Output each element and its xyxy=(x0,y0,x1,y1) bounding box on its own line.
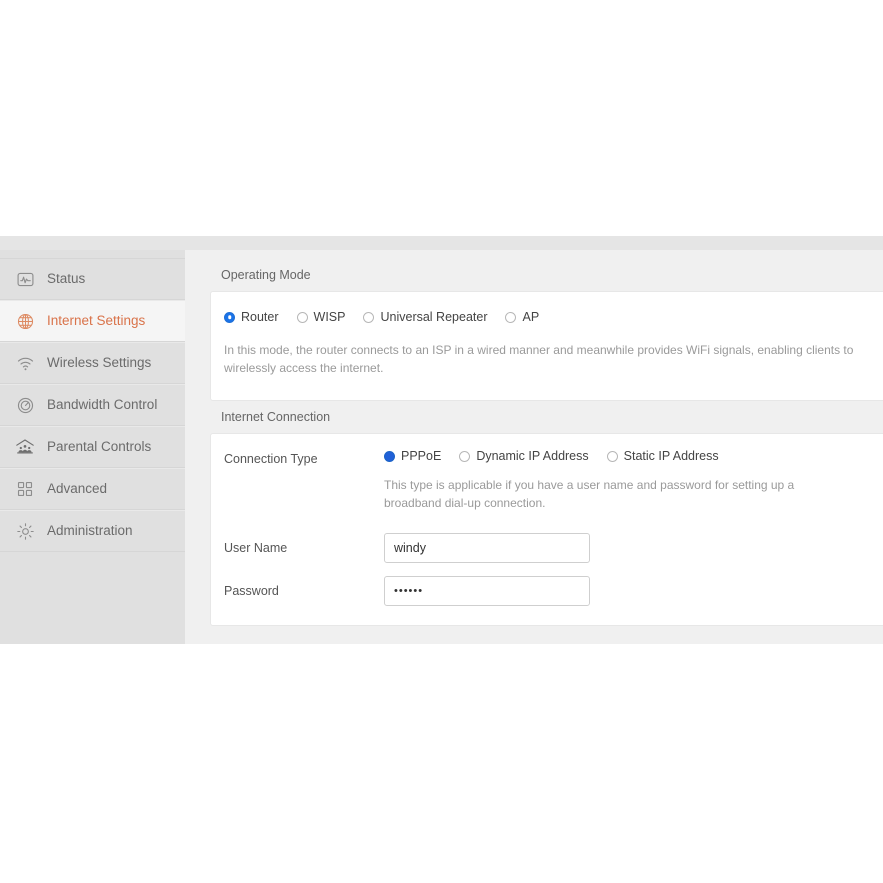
main-content: Operating Mode Router WISP Universal Rep… xyxy=(185,250,883,644)
sidebar-item-parental-controls[interactable]: Parental Controls xyxy=(0,426,185,468)
status-monitor-icon xyxy=(14,268,36,290)
operating-mode-description: In this mode, the router connects to an … xyxy=(224,342,854,376)
user-name-row: User Name xyxy=(211,532,883,563)
top-bar xyxy=(0,236,883,250)
sidebar-item-bandwidth-control[interactable]: Bandwidth Control xyxy=(0,384,185,426)
internet-connection-section: Internet Connection Connection Type PPPo… xyxy=(210,410,883,626)
connection-type-label: Connection Type xyxy=(224,452,318,466)
radio-indicator[interactable] xyxy=(224,311,235,323)
radio-label: WISP xyxy=(313,310,346,324)
connection-type-description: This type is applicable if you have a us… xyxy=(384,477,795,511)
radio-indicator[interactable] xyxy=(505,311,517,323)
radio-label: Static IP Address xyxy=(623,449,719,463)
sidebar-item-label: Administration xyxy=(47,522,133,538)
password-input[interactable] xyxy=(384,575,590,606)
sidebar-item-label: Parental Controls xyxy=(47,438,152,454)
radio-label: AP xyxy=(522,310,540,324)
operating-mode-option-universal-repeater[interactable]: Universal Repeater xyxy=(363,311,487,324)
gear-icon xyxy=(14,520,36,542)
family-house-icon xyxy=(14,436,36,458)
connection-type-row: Connection Type PPPoE Dynamic IP Address xyxy=(211,450,883,513)
connection-type-option-pppoe[interactable]: PPPoE xyxy=(384,450,441,463)
sidebar-item-status[interactable]: Status xyxy=(0,258,185,300)
connection-type-option-dynamic-ip[interactable]: Dynamic IP Address xyxy=(459,449,589,463)
connection-type-radio-group: PPPoE Dynamic IP Address Static IP Addre… xyxy=(384,450,883,463)
radio-label: Universal Repeater xyxy=(380,310,488,324)
sidebar-item-list: Status Internet Settings Wireless Settin… xyxy=(0,258,185,552)
globe-icon xyxy=(14,310,36,332)
operating-mode-card: Router WISP Universal Repeater AP In thi… xyxy=(210,291,883,401)
wifi-icon xyxy=(14,352,36,374)
radio-indicator[interactable] xyxy=(384,450,395,462)
sidebar-item-label: Bandwidth Control xyxy=(47,396,158,412)
user-name-label: User Name xyxy=(224,540,288,555)
operating-mode-title: Operating Mode xyxy=(221,268,311,282)
sidebar-item-wireless-settings[interactable]: Wireless Settings xyxy=(0,342,185,384)
radio-indicator[interactable] xyxy=(606,450,618,462)
internet-connection-card: Connection Type PPPoE Dynamic IP Address xyxy=(210,433,883,626)
password-row: Password xyxy=(211,575,883,606)
password-label: Password xyxy=(224,583,279,598)
sidebar-top-spacer xyxy=(0,250,185,258)
sidebar-item-internet-settings[interactable]: Internet Settings xyxy=(0,300,185,342)
operating-mode-radio-group: Router WISP Universal Repeater AP xyxy=(211,311,883,324)
radio-indicator[interactable] xyxy=(459,450,471,462)
sidebar-nav: Status Internet Settings Wireless Settin… xyxy=(0,250,185,644)
operating-mode-section: Operating Mode Router WISP Universal Rep… xyxy=(210,268,883,401)
operating-mode-option-router[interactable]: Router xyxy=(224,311,279,324)
sidebar-item-label: Status xyxy=(47,270,86,286)
operating-mode-option-ap[interactable]: AP xyxy=(505,311,539,324)
radio-indicator[interactable] xyxy=(296,311,308,323)
user-name-input[interactable] xyxy=(384,532,590,563)
gauge-icon xyxy=(14,394,36,416)
radio-label: Dynamic IP Address xyxy=(476,449,589,463)
sidebar-item-label: Internet Settings xyxy=(47,312,146,328)
radio-label: PPPoE xyxy=(401,449,442,463)
sidebar-item-administration[interactable]: Administration xyxy=(0,510,185,552)
sidebar-item-advanced[interactable]: Advanced xyxy=(0,468,185,510)
radio-indicator[interactable] xyxy=(363,311,375,323)
sidebar-item-label: Wireless Settings xyxy=(47,354,152,370)
sidebar-item-label: Advanced xyxy=(47,480,108,496)
router-admin-app: Status Internet Settings Wireless Settin… xyxy=(0,236,883,644)
internet-connection-title: Internet Connection xyxy=(221,410,331,424)
radio-label: Router xyxy=(241,310,279,324)
connection-type-option-static-ip[interactable]: Static IP Address xyxy=(606,449,719,463)
operating-mode-option-wisp[interactable]: WISP xyxy=(296,310,346,324)
grid-squares-icon xyxy=(14,478,36,500)
